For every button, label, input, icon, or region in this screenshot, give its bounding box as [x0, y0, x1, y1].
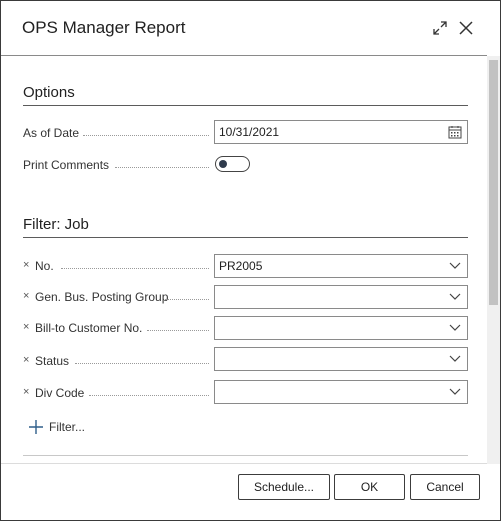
schedule-button[interactable]: Schedule...: [238, 474, 330, 500]
chevron-down-icon[interactable]: [447, 320, 463, 336]
options-heading: Options: [23, 84, 75, 101]
print-comments-toggle[interactable]: [215, 156, 250, 172]
remove-filter-bill-to-icon[interactable]: ×: [23, 321, 29, 333]
plus-icon: [29, 420, 43, 434]
filter-no-value: PR2005: [219, 259, 263, 273]
as-of-date-label: As of Date: [23, 126, 80, 140]
filter-status-label: Status: [35, 354, 70, 368]
scrollbar[interactable]: [487, 56, 500, 464]
filter-bill-to-field[interactable]: [214, 316, 468, 340]
filter-divider: [23, 237, 468, 238]
as-of-date-value: 10/31/2021: [219, 125, 280, 139]
toggle-knob: [219, 160, 227, 168]
filter-heading: Filter: Job: [23, 216, 89, 233]
scrollbar-thumb[interactable]: [489, 60, 498, 305]
expand-icon[interactable]: [430, 18, 450, 38]
report-dialog: OPS Manager Report Options As of Date 10…: [0, 0, 501, 521]
filter-gen-bus-field[interactable]: [214, 285, 468, 309]
remove-filter-gen-bus-icon[interactable]: ×: [23, 290, 29, 302]
filter-bill-to-label: Bill-to Customer No.: [35, 321, 143, 335]
filter-div-code-label: Div Code: [35, 386, 85, 400]
remove-filter-no-icon[interactable]: ×: [23, 259, 29, 271]
filter-div-code-field[interactable]: [214, 380, 468, 404]
options-divider: [23, 105, 468, 106]
chevron-down-icon[interactable]: [447, 258, 463, 274]
filter-no-field[interactable]: PR2005: [214, 254, 468, 278]
chevron-down-icon[interactable]: [447, 351, 463, 367]
filter-no-leader: [61, 268, 209, 269]
remove-filter-div-code-icon[interactable]: ×: [23, 386, 29, 398]
chevron-down-icon[interactable]: [447, 289, 463, 305]
filter-status-field[interactable]: [214, 347, 468, 371]
filter-no-label: No.: [35, 259, 54, 273]
chevron-down-icon[interactable]: [447, 384, 463, 400]
dialog-title: OPS Manager Report: [22, 18, 186, 37]
filter-gen-bus-label: Gen. Bus. Posting Group: [35, 290, 169, 304]
print-comments-leader: [115, 167, 209, 168]
as-of-date-field[interactable]: 10/31/2021: [214, 120, 468, 144]
content-divider: [23, 455, 468, 456]
add-filter-label: Filter...: [49, 420, 86, 434]
calendar-icon[interactable]: [447, 124, 463, 140]
filter-gen-bus-leader: [165, 299, 209, 300]
filter-bill-to-leader: [147, 330, 209, 331]
close-icon[interactable]: [456, 18, 476, 38]
filter-status-leader: [75, 363, 209, 364]
add-filter-button[interactable]: Filter...: [29, 420, 85, 434]
ok-button[interactable]: OK: [334, 474, 405, 500]
filter-div-code-leader: [89, 395, 209, 396]
print-comments-label: Print Comments: [23, 158, 110, 172]
footer-divider: [1, 463, 487, 464]
as-of-date-leader: [83, 135, 209, 136]
title-divider: [1, 55, 487, 56]
remove-filter-status-icon[interactable]: ×: [23, 354, 29, 366]
cancel-button[interactable]: Cancel: [410, 474, 480, 500]
